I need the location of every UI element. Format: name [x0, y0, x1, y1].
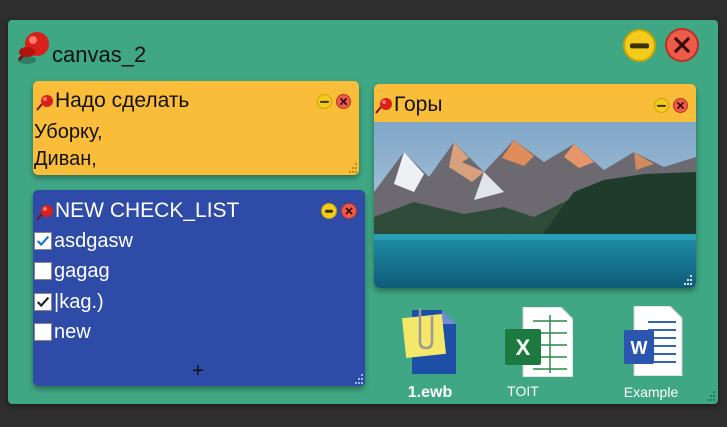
file-excel[interactable]: X TOIT — [503, 307, 573, 402]
note-line: Уборку, — [34, 121, 103, 143]
checkmark-icon — [36, 235, 50, 247]
close-button[interactable] — [665, 28, 699, 62]
checklist-note[interactable]: NEW CHECK_LIST asdgasw gagag |kag.) new … — [33, 190, 365, 386]
checkmark-icon — [36, 296, 50, 308]
pushpin-icon — [17, 32, 49, 64]
mountain-lake-image — [374, 122, 696, 288]
file-label: TOIT — [507, 383, 539, 399]
image-note-close-button[interactable] — [673, 98, 688, 113]
checklist-item-label: |kag.) — [54, 290, 104, 313]
resize-grip-icon[interactable] — [353, 374, 363, 384]
checklist-minimize-button[interactable] — [321, 203, 337, 219]
file-label: Example — [623, 384, 679, 400]
checklist-title: NEW CHECK_LIST — [55, 199, 240, 222]
image-note-title: Горы — [394, 93, 443, 116]
svg-text:X: X — [516, 335, 531, 360]
minimize-button[interactable] — [623, 29, 656, 62]
add-item-button[interactable]: + — [188, 360, 208, 383]
checklist-item[interactable]: asdgasw — [34, 228, 133, 254]
checklist-item-label: gagag — [54, 259, 110, 282]
resize-grip-icon[interactable] — [682, 275, 692, 285]
checklist-item[interactable]: gagag — [34, 258, 110, 284]
close-icon — [345, 207, 353, 215]
checkbox-checked[interactable] — [34, 293, 52, 311]
excel-file-icon: X — [505, 307, 573, 377]
image-note[interactable]: Горы — [374, 84, 696, 288]
file-word[interactable]: W Example — [616, 306, 686, 402]
text-note[interactable]: Надо сделать Уборку, Диван, — [33, 81, 359, 175]
file-label: 1.ewb — [407, 384, 453, 401]
checklist-item-label: asdgasw — [54, 229, 133, 252]
ewb-file-icon — [402, 308, 456, 374]
close-icon — [340, 98, 347, 105]
pushpin-icon — [36, 205, 53, 221]
close-icon — [677, 102, 684, 109]
pushpin-icon — [36, 95, 53, 111]
note-close-button[interactable] — [336, 94, 351, 109]
checklist-item[interactable]: |kag.) — [34, 289, 104, 315]
word-file-icon: W — [624, 306, 683, 376]
checklist-close-button[interactable] — [341, 203, 357, 219]
canvas-board[interactable]: canvas_2 Надо сделать Уборку, Диван, NEW… — [8, 20, 718, 404]
resize-grip-icon[interactable] — [347, 163, 357, 173]
checkbox-unchecked[interactable] — [34, 323, 52, 341]
note-body[interactable]: Уборку, Диван, — [34, 119, 103, 173]
canvas-title: canvas_2 — [52, 42, 147, 67]
checklist-item[interactable]: new — [34, 319, 91, 345]
checkbox-checked[interactable] — [34, 232, 52, 250]
pushpin-icon — [375, 98, 392, 114]
file-ewb[interactable]: 1.ewb — [398, 302, 462, 402]
close-icon — [674, 37, 690, 53]
note-minimize-button[interactable] — [317, 94, 332, 109]
note-title: Надо сделать — [55, 89, 190, 112]
checkbox-unchecked[interactable] — [34, 262, 52, 280]
image-note-minimize-button[interactable] — [654, 98, 669, 113]
checklist-item-label: new — [54, 320, 91, 343]
svg-text:W: W — [631, 338, 648, 358]
resize-grip-icon[interactable] — [705, 391, 715, 401]
note-line: Диван, — [34, 148, 97, 170]
